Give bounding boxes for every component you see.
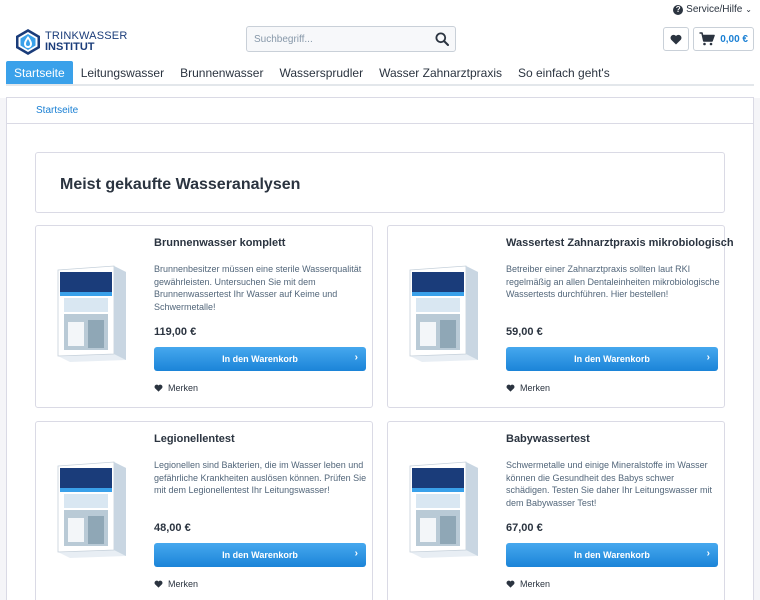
product-card: Wassertest Zahnarztpraxis mikrobiologisc…	[387, 225, 734, 408]
product-title[interactable]: Brunnenwasser komplett	[154, 237, 285, 249]
cart-button[interactable]: 0,00 €	[693, 27, 754, 51]
logo-line2: INSTITUT	[45, 41, 95, 53]
product-price: 119,00 €	[154, 326, 197, 338]
heart-icon	[154, 384, 163, 392]
search-icon	[435, 32, 449, 46]
product-card: Babywassertest Schwermetalle und einige …	[387, 421, 725, 600]
add-to-cart-label: In den Warenkorb	[574, 550, 650, 560]
product-box-image	[409, 461, 478, 558]
wishlist-label: Merken	[168, 579, 199, 589]
help-icon: ?	[673, 4, 684, 15]
add-to-cart-button[interactable]: In den Warenkorb ›	[154, 543, 366, 567]
nav-item-leitungswasser[interactable]: Leitungswasser	[73, 61, 172, 85]
service-help-label: Service/Hilfe	[686, 4, 743, 15]
wishlist-link[interactable]: Merken	[154, 579, 198, 589]
water-drop-logo-icon	[16, 29, 40, 55]
add-to-cart-label: In den Warenkorb	[574, 354, 650, 364]
heart-icon	[154, 580, 163, 588]
main-navigation: Startseite Leitungswasser Brunnenwasser …	[6, 61, 618, 85]
section-title: Meist gekaufte Wasseranalysen	[60, 176, 301, 193]
add-to-cart-button[interactable]: In den Warenkorb ›	[506, 543, 718, 567]
product-description: Betreiber einer Zahnarztpraxis sollten l…	[506, 264, 720, 299]
search-bar	[246, 26, 456, 52]
wishlist-link[interactable]: Merken	[154, 383, 198, 393]
wishlist-link[interactable]: Merken	[506, 579, 550, 589]
chevron-down-icon: ⌄	[745, 5, 752, 14]
add-to-cart-button[interactable]: In den Warenkorb ›	[154, 347, 366, 371]
wishlist-link[interactable]: Merken	[506, 383, 550, 393]
breadcrumb-link[interactable]: Startseite	[36, 105, 78, 116]
cart-icon	[699, 32, 715, 46]
nav-item-startseite[interactable]: Startseite	[6, 61, 73, 85]
search-button[interactable]	[429, 27, 455, 51]
product-title[interactable]: Babywassertest	[506, 433, 590, 445]
chevron-right-icon: ›	[354, 548, 358, 559]
product-price: 67,00 €	[506, 522, 543, 534]
product-title[interactable]: Legionellentest	[154, 433, 235, 445]
wishlist-label: Merken	[520, 579, 551, 589]
heart-icon	[506, 580, 515, 588]
heart-icon	[670, 34, 682, 44]
breadcrumb-divider	[7, 123, 753, 124]
product-box-image	[57, 461, 126, 558]
add-to-cart-label: In den Warenkorb	[222, 354, 298, 364]
chevron-right-icon: ›	[706, 548, 710, 559]
service-help-menu[interactable]: ? Service/Hilfe ⌄	[673, 4, 752, 15]
product-description: Legionellen sind Bakterien, die im Wasse…	[154, 460, 367, 495]
product-description: Schwermetalle und einige Mineralstoffe i…	[506, 460, 712, 508]
nav-item-so-einfach[interactable]: So einfach geht's	[510, 61, 618, 85]
cart-amount: 0,00 €	[720, 33, 748, 45]
chevron-right-icon: ›	[706, 352, 710, 363]
wishlist-button[interactable]	[663, 27, 689, 51]
product-price: 48,00 €	[154, 522, 191, 534]
product-price: 59,00 €	[506, 326, 543, 338]
product-card: Brunnenwasser komplett Brunnenbesitzer m…	[35, 225, 373, 408]
logo[interactable]: TRINKWASSER INSTITUT	[14, 28, 127, 56]
logo-text: TRINKWASSER INSTITUT	[45, 31, 127, 53]
product-box-image	[57, 265, 126, 362]
nav-item-brunnenwasser[interactable]: Brunnenwasser	[172, 61, 271, 85]
wishlist-label: Merken	[520, 383, 551, 393]
section-header-box: Meist gekaufte Wasseranalysen	[35, 152, 725, 213]
product-box-image	[409, 265, 478, 362]
header: ? Service/Hilfe ⌄ TRINKWASSER INSTITUT S…	[0, 0, 760, 98]
nav-item-wasser-zahnarztpraxis[interactable]: Wasser Zahnarztpraxis	[371, 61, 510, 85]
product-card: Legionellentest Legionellen sind Bakteri…	[35, 421, 373, 600]
product-description: Brunnenbesitzer müssen eine sterile Wass…	[154, 264, 362, 312]
add-to-cart-label: In den Warenkorb	[222, 550, 298, 560]
wishlist-label: Merken	[168, 383, 199, 393]
search-input[interactable]	[247, 27, 429, 51]
add-to-cart-button[interactable]: In den Warenkorb ›	[506, 347, 718, 371]
nav-item-wassersprudler[interactable]: Wassersprudler	[271, 61, 371, 85]
chevron-right-icon: ›	[354, 352, 358, 363]
heart-icon	[506, 384, 515, 392]
product-title[interactable]: Wassertest Zahnarztpraxis mikrobiologisc…	[506, 237, 734, 249]
nav-divider	[6, 84, 754, 86]
